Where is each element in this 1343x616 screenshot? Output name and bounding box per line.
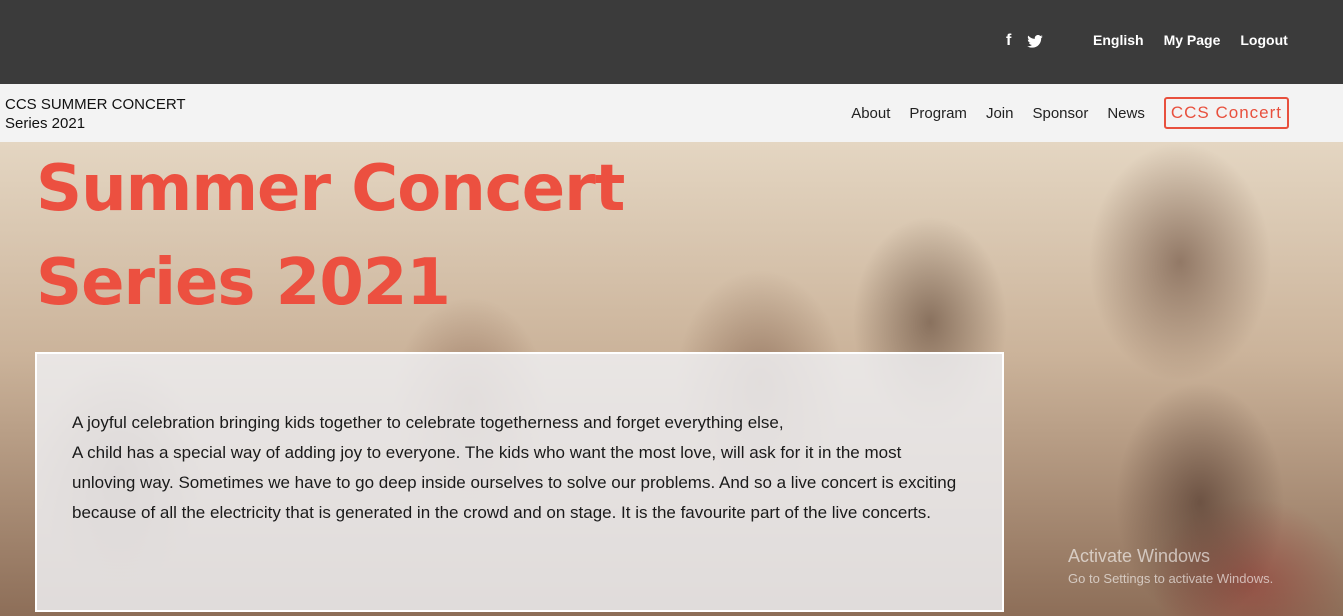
social-links: f xyxy=(1006,32,1044,50)
twitter-icon[interactable] xyxy=(1027,34,1044,48)
nav-program[interactable]: Program xyxy=(909,105,967,122)
brand-line-2: Series 2021 xyxy=(5,115,86,132)
hero-section: Summer Concert Series 2021 A joyful cele… xyxy=(0,142,1343,616)
ccs-concert-button[interactable]: CCS Concert xyxy=(1163,97,1289,129)
hero-description-card: A joyful celebration bringing kids toget… xyxy=(35,352,1004,612)
site-brand[interactable]: CCS SUMMER CONCERT Series 2021 xyxy=(5,95,205,133)
hero-title-line-1: Summer Concert xyxy=(36,152,625,226)
nav-about[interactable]: About xyxy=(851,105,890,122)
hero-paragraph-1: A joyful celebration bringing kids toget… xyxy=(72,413,784,432)
top-links: English My Page Logout xyxy=(1093,32,1288,48)
watermark-title: Activate Windows xyxy=(1068,546,1211,566)
main-navbar: CCS SUMMER CONCERT Series 2021 About Pro… xyxy=(0,84,1343,142)
my-page-link[interactable]: My Page xyxy=(1164,32,1221,48)
brand-line-1: CCS SUMMER CONCERT xyxy=(5,96,186,113)
top-bar: f English My Page Logout xyxy=(0,0,1343,84)
hero-paragraph-2: A child has a special way of adding joy … xyxy=(72,443,957,522)
nav-sponsor[interactable]: Sponsor xyxy=(1032,105,1088,122)
hero-title-line-2: Series 2021 xyxy=(36,246,451,320)
logout-link[interactable]: Logout xyxy=(1240,32,1287,48)
nav-join[interactable]: Join xyxy=(986,105,1014,122)
facebook-icon[interactable]: f xyxy=(1006,32,1011,50)
language-link[interactable]: English xyxy=(1093,32,1144,48)
activate-windows-watermark: Activate Windows Go to Settings to activ… xyxy=(1068,546,1273,586)
primary-nav: About Program Join Sponsor News CCS Conc… xyxy=(851,97,1289,129)
hero-title: Summer Concert Series 2021 xyxy=(36,142,625,330)
nav-news[interactable]: News xyxy=(1107,105,1145,122)
watermark-subtitle: Go to Settings to activate Windows. xyxy=(1068,571,1274,586)
